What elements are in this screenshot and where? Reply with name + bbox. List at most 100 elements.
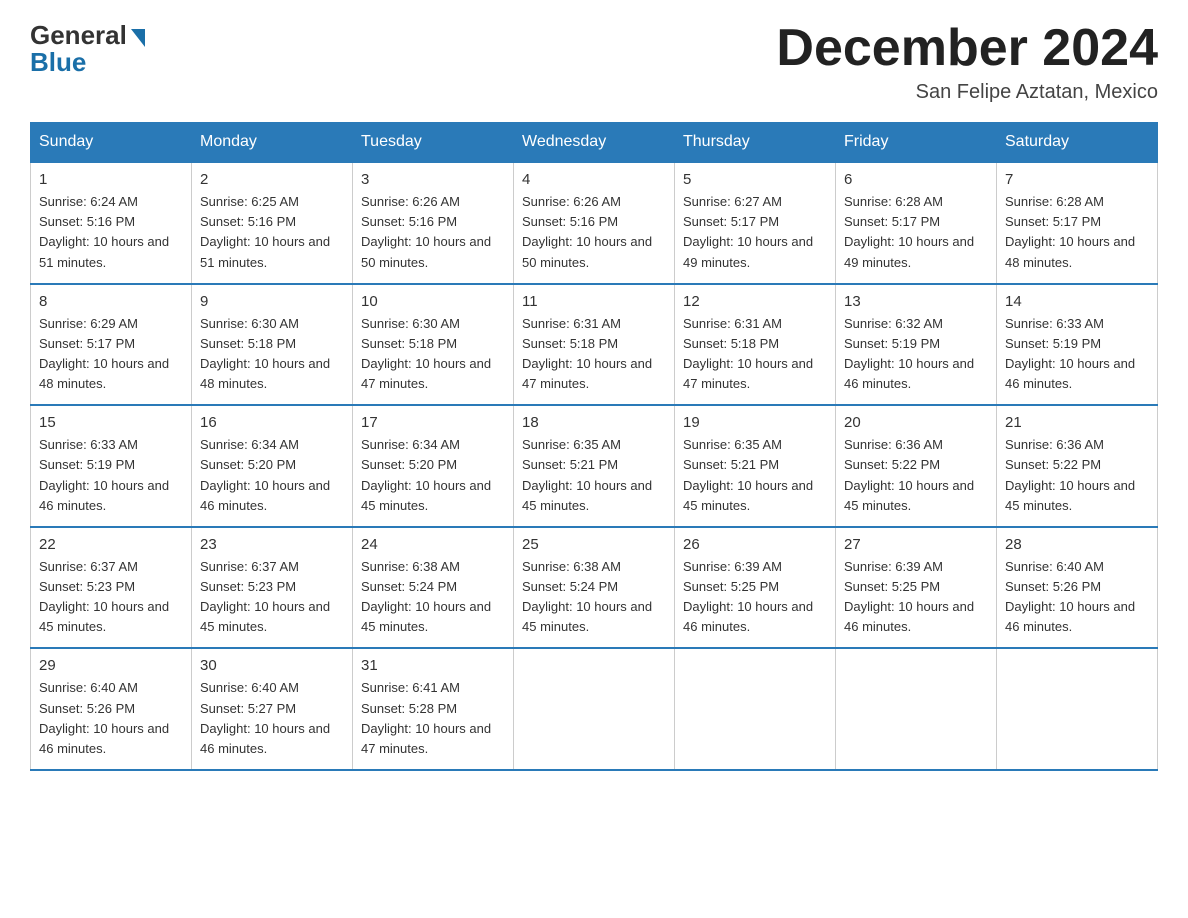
day-number: 6 xyxy=(844,171,988,188)
day-info: Sunrise: 6:28 AMSunset: 5:17 PMDaylight:… xyxy=(844,192,988,273)
calendar-cell: 18 Sunrise: 6:35 AMSunset: 5:21 PMDaylig… xyxy=(514,405,675,527)
day-number: 30 xyxy=(200,657,344,674)
day-info: Sunrise: 6:33 AMSunset: 5:19 PMDaylight:… xyxy=(39,435,183,516)
day-number: 19 xyxy=(683,414,827,431)
calendar-cell xyxy=(997,648,1158,770)
day-info: Sunrise: 6:38 AMSunset: 5:24 PMDaylight:… xyxy=(361,557,505,638)
logo: General Blue xyxy=(30,20,145,78)
day-number: 14 xyxy=(1005,293,1149,310)
calendar-cell: 10 Sunrise: 6:30 AMSunset: 5:18 PMDaylig… xyxy=(353,284,514,406)
calendar-cell: 12 Sunrise: 6:31 AMSunset: 5:18 PMDaylig… xyxy=(675,284,836,406)
day-info: Sunrise: 6:31 AMSunset: 5:18 PMDaylight:… xyxy=(522,314,666,395)
day-number: 27 xyxy=(844,536,988,553)
calendar-cell: 7 Sunrise: 6:28 AMSunset: 5:17 PMDayligh… xyxy=(997,162,1158,284)
calendar-cell: 21 Sunrise: 6:36 AMSunset: 5:22 PMDaylig… xyxy=(997,405,1158,527)
day-number: 17 xyxy=(361,414,505,431)
day-number: 20 xyxy=(844,414,988,431)
day-number: 3 xyxy=(361,171,505,188)
day-number: 16 xyxy=(200,414,344,431)
month-title: December 2024 xyxy=(776,20,1158,77)
day-number: 31 xyxy=(361,657,505,674)
calendar-cell: 9 Sunrise: 6:30 AMSunset: 5:18 PMDayligh… xyxy=(192,284,353,406)
day-info: Sunrise: 6:39 AMSunset: 5:25 PMDaylight:… xyxy=(683,557,827,638)
calendar-cell xyxy=(675,648,836,770)
title-section: December 2024 San Felipe Aztatan, Mexico xyxy=(776,20,1158,104)
calendar-cell: 8 Sunrise: 6:29 AMSunset: 5:17 PMDayligh… xyxy=(31,284,192,406)
calendar-table: SundayMondayTuesdayWednesdayThursdayFrid… xyxy=(30,122,1158,771)
day-info: Sunrise: 6:26 AMSunset: 5:16 PMDaylight:… xyxy=(522,192,666,273)
day-info: Sunrise: 6:36 AMSunset: 5:22 PMDaylight:… xyxy=(1005,435,1149,516)
calendar-week-row: 22 Sunrise: 6:37 AMSunset: 5:23 PMDaylig… xyxy=(31,527,1158,649)
calendar-cell: 1 Sunrise: 6:24 AMSunset: 5:16 PMDayligh… xyxy=(31,162,192,284)
calendar-week-row: 8 Sunrise: 6:29 AMSunset: 5:17 PMDayligh… xyxy=(31,284,1158,406)
day-number: 4 xyxy=(522,171,666,188)
calendar-cell: 28 Sunrise: 6:40 AMSunset: 5:26 PMDaylig… xyxy=(997,527,1158,649)
day-number: 15 xyxy=(39,414,183,431)
day-info: Sunrise: 6:27 AMSunset: 5:17 PMDaylight:… xyxy=(683,192,827,273)
calendar-header-wednesday: Wednesday xyxy=(514,123,675,163)
calendar-cell: 3 Sunrise: 6:26 AMSunset: 5:16 PMDayligh… xyxy=(353,162,514,284)
day-number: 23 xyxy=(200,536,344,553)
day-info: Sunrise: 6:35 AMSunset: 5:21 PMDaylight:… xyxy=(522,435,666,516)
calendar-cell: 11 Sunrise: 6:31 AMSunset: 5:18 PMDaylig… xyxy=(514,284,675,406)
calendar-cell: 22 Sunrise: 6:37 AMSunset: 5:23 PMDaylig… xyxy=(31,527,192,649)
day-info: Sunrise: 6:34 AMSunset: 5:20 PMDaylight:… xyxy=(361,435,505,516)
day-number: 21 xyxy=(1005,414,1149,431)
calendar-cell: 4 Sunrise: 6:26 AMSunset: 5:16 PMDayligh… xyxy=(514,162,675,284)
calendar-header-thursday: Thursday xyxy=(675,123,836,163)
day-info: Sunrise: 6:28 AMSunset: 5:17 PMDaylight:… xyxy=(1005,192,1149,273)
calendar-cell: 19 Sunrise: 6:35 AMSunset: 5:21 PMDaylig… xyxy=(675,405,836,527)
day-info: Sunrise: 6:33 AMSunset: 5:19 PMDaylight:… xyxy=(1005,314,1149,395)
calendar-header-monday: Monday xyxy=(192,123,353,163)
calendar-cell: 13 Sunrise: 6:32 AMSunset: 5:19 PMDaylig… xyxy=(836,284,997,406)
day-info: Sunrise: 6:31 AMSunset: 5:18 PMDaylight:… xyxy=(683,314,827,395)
day-info: Sunrise: 6:39 AMSunset: 5:25 PMDaylight:… xyxy=(844,557,988,638)
day-info: Sunrise: 6:40 AMSunset: 5:26 PMDaylight:… xyxy=(39,678,183,759)
calendar-cell: 27 Sunrise: 6:39 AMSunset: 5:25 PMDaylig… xyxy=(836,527,997,649)
day-number: 9 xyxy=(200,293,344,310)
logo-blue-text: Blue xyxy=(30,47,86,78)
day-number: 8 xyxy=(39,293,183,310)
day-info: Sunrise: 6:30 AMSunset: 5:18 PMDaylight:… xyxy=(361,314,505,395)
day-info: Sunrise: 6:40 AMSunset: 5:27 PMDaylight:… xyxy=(200,678,344,759)
day-info: Sunrise: 6:34 AMSunset: 5:20 PMDaylight:… xyxy=(200,435,344,516)
day-number: 1 xyxy=(39,171,183,188)
day-info: Sunrise: 6:36 AMSunset: 5:22 PMDaylight:… xyxy=(844,435,988,516)
day-number: 5 xyxy=(683,171,827,188)
day-info: Sunrise: 6:32 AMSunset: 5:19 PMDaylight:… xyxy=(844,314,988,395)
calendar-cell: 17 Sunrise: 6:34 AMSunset: 5:20 PMDaylig… xyxy=(353,405,514,527)
calendar-cell: 14 Sunrise: 6:33 AMSunset: 5:19 PMDaylig… xyxy=(997,284,1158,406)
day-info: Sunrise: 6:30 AMSunset: 5:18 PMDaylight:… xyxy=(200,314,344,395)
calendar-cell: 24 Sunrise: 6:38 AMSunset: 5:24 PMDaylig… xyxy=(353,527,514,649)
day-number: 18 xyxy=(522,414,666,431)
day-number: 10 xyxy=(361,293,505,310)
calendar-week-row: 1 Sunrise: 6:24 AMSunset: 5:16 PMDayligh… xyxy=(31,162,1158,284)
calendar-week-row: 29 Sunrise: 6:40 AMSunset: 5:26 PMDaylig… xyxy=(31,648,1158,770)
calendar-cell: 29 Sunrise: 6:40 AMSunset: 5:26 PMDaylig… xyxy=(31,648,192,770)
day-info: Sunrise: 6:24 AMSunset: 5:16 PMDaylight:… xyxy=(39,192,183,273)
day-info: Sunrise: 6:41 AMSunset: 5:28 PMDaylight:… xyxy=(361,678,505,759)
calendar-cell xyxy=(836,648,997,770)
day-number: 2 xyxy=(200,171,344,188)
calendar-cell: 2 Sunrise: 6:25 AMSunset: 5:16 PMDayligh… xyxy=(192,162,353,284)
calendar-cell: 23 Sunrise: 6:37 AMSunset: 5:23 PMDaylig… xyxy=(192,527,353,649)
calendar-cell: 25 Sunrise: 6:38 AMSunset: 5:24 PMDaylig… xyxy=(514,527,675,649)
day-info: Sunrise: 6:38 AMSunset: 5:24 PMDaylight:… xyxy=(522,557,666,638)
day-number: 28 xyxy=(1005,536,1149,553)
calendar-header-tuesday: Tuesday xyxy=(353,123,514,163)
calendar-header-saturday: Saturday xyxy=(997,123,1158,163)
location-text: San Felipe Aztatan, Mexico xyxy=(776,81,1158,104)
calendar-week-row: 15 Sunrise: 6:33 AMSunset: 5:19 PMDaylig… xyxy=(31,405,1158,527)
day-number: 22 xyxy=(39,536,183,553)
calendar-cell: 31 Sunrise: 6:41 AMSunset: 5:28 PMDaylig… xyxy=(353,648,514,770)
day-info: Sunrise: 6:26 AMSunset: 5:16 PMDaylight:… xyxy=(361,192,505,273)
day-number: 29 xyxy=(39,657,183,674)
calendar-header-row: SundayMondayTuesdayWednesdayThursdayFrid… xyxy=(31,123,1158,163)
day-info: Sunrise: 6:25 AMSunset: 5:16 PMDaylight:… xyxy=(200,192,344,273)
calendar-header-friday: Friday xyxy=(836,123,997,163)
calendar-cell: 6 Sunrise: 6:28 AMSunset: 5:17 PMDayligh… xyxy=(836,162,997,284)
day-info: Sunrise: 6:40 AMSunset: 5:26 PMDaylight:… xyxy=(1005,557,1149,638)
calendar-cell xyxy=(514,648,675,770)
day-number: 11 xyxy=(522,293,666,310)
day-number: 7 xyxy=(1005,171,1149,188)
